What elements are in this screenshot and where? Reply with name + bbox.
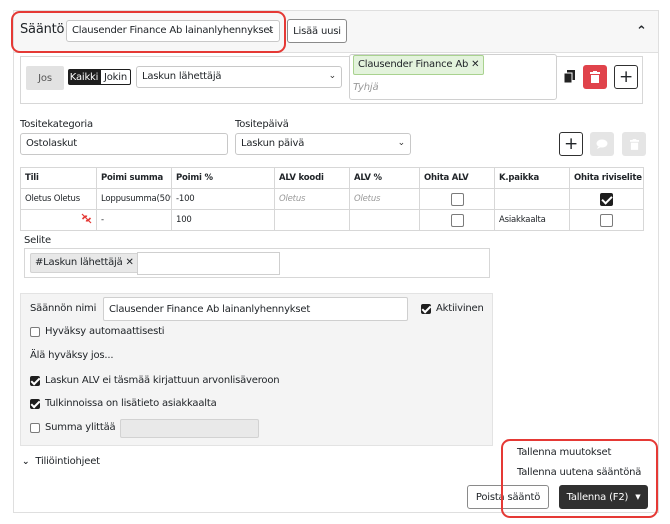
delete-condition-button[interactable] xyxy=(583,65,607,89)
sum-exceeds-label: Summa ylittää xyxy=(45,422,116,433)
skip-vat-checkbox[interactable] xyxy=(450,213,464,227)
vat-mismatch-label: Laskun ALV ei täsmää kirjattuun arvonlis… xyxy=(45,375,280,386)
condition-value-text: Clausender Finance Ab xyxy=(358,59,469,70)
interpretation-info-label: Tulkinnoissa on lisätieto asiakkaalta xyxy=(45,398,217,409)
sum-cell[interactable]: - xyxy=(96,209,172,231)
condition-field-select[interactable]: Laskun lähettäjä ⌄ xyxy=(136,66,342,88)
date-value: Laskun päivä xyxy=(241,138,305,149)
match-all-toggle[interactable]: Kaikki xyxy=(68,69,100,85)
vat-percent-cell[interactable]: Oletus xyxy=(349,188,420,210)
date-label: Tositepäivä xyxy=(235,119,289,130)
table-row: - 100 Asiakkaalta xyxy=(20,209,644,231)
trash-icon xyxy=(629,138,639,150)
account-cell[interactable] xyxy=(20,209,97,231)
column-header: ALV koodi xyxy=(274,167,350,189)
dont-approve-heading: Älä hyväksy jos... xyxy=(30,350,114,361)
active-label: Aktiivinen xyxy=(436,303,484,314)
collapse-chevron-icon[interactable]: ⌃ xyxy=(636,24,647,39)
rule-name-label: Säännön nimi xyxy=(30,303,97,314)
broken-link-icon xyxy=(81,213,92,224)
empty-value-placeholder: Tyhjä xyxy=(353,82,379,93)
chevron-down-icon: ⌄ xyxy=(328,71,337,81)
column-header: Ohita riviselite xyxy=(569,167,644,189)
posting-table: Tili Poimi summa Poimi % ALV koodi ALV %… xyxy=(20,167,644,231)
description-input[interactable] xyxy=(137,252,280,275)
if-label: Jos xyxy=(38,72,52,84)
description-tag-text: #Laskun lähettäjä xyxy=(35,257,123,268)
column-header: K.paikka xyxy=(494,167,570,189)
instructions-label: Tiliöintiohjeet xyxy=(35,456,100,467)
column-header: Ohita ALV xyxy=(419,167,495,189)
comment-icon xyxy=(596,139,608,149)
skip-vat-checkbox[interactable] xyxy=(450,192,464,206)
cost-center-cell[interactable]: Asiakkaalta xyxy=(494,209,570,231)
vat-mismatch-option[interactable]: Laskun ALV ei täsmää kirjattuun arvonlis… xyxy=(30,375,280,386)
skip-vat-cell xyxy=(419,209,495,231)
percent-cell[interactable]: -100 xyxy=(171,188,275,210)
plus-icon: + xyxy=(618,67,634,87)
account-cell[interactable]: Oletus Oletus xyxy=(20,188,97,210)
skip-vat-cell xyxy=(419,188,495,210)
rule-name-input[interactable]: Clausender Finance Ab lainanlyhennykset xyxy=(103,297,408,321)
description-label: Selite xyxy=(24,235,51,246)
comment-button[interactable] xyxy=(590,132,614,156)
column-header: Tili xyxy=(20,167,97,189)
add-new-rule-button[interactable]: Lisää uusi xyxy=(287,19,347,43)
skip-line-desc-checkbox[interactable] xyxy=(600,192,613,206)
trash-icon xyxy=(590,71,600,83)
percent-cell[interactable]: 100 xyxy=(171,209,275,231)
chevron-down-icon: ⌄ xyxy=(397,138,406,148)
interpretation-info-option[interactable]: Tulkinnoissa on lisätieto asiakkaalta xyxy=(30,398,217,409)
auto-approve-checkbox[interactable] xyxy=(30,326,40,337)
chevron-down-icon: ⌄ xyxy=(22,456,30,467)
rule-select-highlight xyxy=(11,11,286,53)
column-header: Poimi summa xyxy=(96,167,172,189)
skip-line-desc-checkbox[interactable] xyxy=(600,213,613,227)
date-select[interactable]: Laskun päivä ⌄ xyxy=(235,133,411,155)
vat-percent-cell[interactable] xyxy=(349,209,420,231)
remove-tag-icon[interactable]: ✕ xyxy=(471,59,479,70)
condition-field-value: Laskun lähettäjä xyxy=(142,71,222,82)
add-condition-button[interactable]: + xyxy=(614,65,638,89)
sum-exceeds-input[interactable] xyxy=(120,419,259,438)
interpretation-info-checkbox[interactable] xyxy=(30,398,40,409)
plus-icon: + xyxy=(563,134,579,154)
match-any-toggle[interactable]: Jokin xyxy=(100,69,131,85)
column-header: ALV % xyxy=(349,167,420,189)
skip-line-desc-cell xyxy=(569,209,644,231)
match-any-label: Jokin xyxy=(104,71,127,83)
match-all-label: Kaikki xyxy=(69,71,99,83)
condition-value-tag[interactable]: Clausender Finance Ab ✕ xyxy=(353,55,485,75)
sum-cell[interactable]: Loppusumma(509 xyxy=(96,188,172,210)
save-options-highlight xyxy=(501,439,658,518)
add-row-button[interactable]: + xyxy=(559,132,583,156)
table-row: Oletus Oletus Loppusumma(509 -100 Oletus… xyxy=(20,188,644,210)
description-tag[interactable]: #Laskun lähettäjä ✕ xyxy=(30,253,139,273)
table-header-row: Tili Poimi summa Poimi % ALV koodi ALV %… xyxy=(20,167,644,189)
if-label-box: Jos xyxy=(26,66,64,90)
vat-mismatch-checkbox[interactable] xyxy=(30,375,40,386)
active-option[interactable]: Aktiivinen xyxy=(421,303,484,314)
auto-approve-option[interactable]: Hyväksy automaattisesti xyxy=(30,326,165,337)
active-checkbox[interactable] xyxy=(421,303,431,314)
remove-tag-icon[interactable]: ✕ xyxy=(126,257,134,268)
cost-center-cell[interactable] xyxy=(494,188,570,210)
sum-exceeds-checkbox[interactable] xyxy=(30,422,40,433)
skip-line-desc-cell xyxy=(569,188,644,210)
category-value: Ostolaskut xyxy=(26,138,77,149)
rule-name-value: Clausender Finance Ab lainanlyhennykset xyxy=(109,304,311,315)
instructions-toggle[interactable]: ⌄ Tiliöintiohjeet xyxy=(22,456,100,467)
vat-code-cell[interactable]: Oletus xyxy=(274,188,350,210)
category-label: Tositekategoria xyxy=(20,119,93,130)
copy-icon[interactable] xyxy=(563,70,576,84)
column-header: Poimi % xyxy=(171,167,275,189)
category-select[interactable]: Ostolaskut xyxy=(20,133,228,155)
auto-approve-label: Hyväksy automaattisesti xyxy=(45,326,165,337)
vat-code-cell[interactable] xyxy=(274,209,350,231)
sum-exceeds-option[interactable]: Summa ylittää xyxy=(30,422,116,433)
delete-row-button[interactable] xyxy=(622,132,646,156)
